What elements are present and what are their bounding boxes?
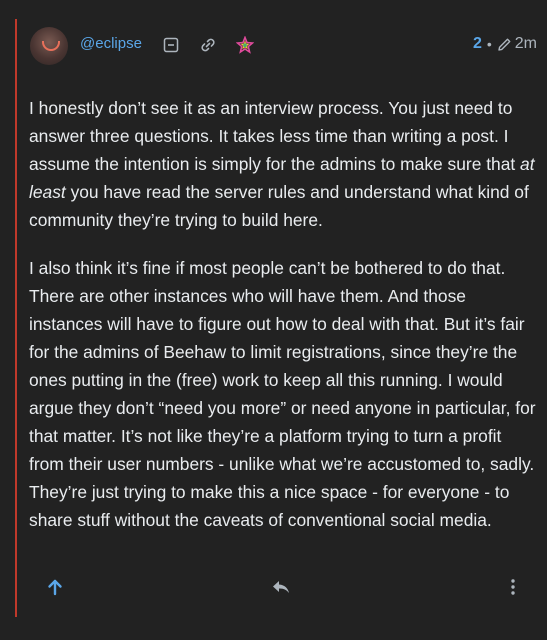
comment-meta: 2 • 2m (473, 34, 537, 54)
avatar[interactable] (30, 27, 68, 65)
comment-paragraph: I also think it’s fine if most people ca… (29, 258, 536, 530)
more-vertical-icon[interactable] (501, 575, 525, 599)
score-count: 2 (472, 35, 482, 52)
arrow-up-icon[interactable] (43, 575, 67, 599)
comment-paragraph: I honestly don’t see it as an interview … (29, 98, 535, 230)
comment-actions (17, 575, 537, 599)
reply-arrow-icon[interactable] (269, 575, 293, 599)
rainbow-star-flair-icon (235, 35, 255, 54)
meta-separator: • (486, 36, 492, 52)
timestamp[interactable]: 2m (515, 35, 537, 53)
comment: @eclipse 2 • 2m I honestly don’t see it … (15, 19, 537, 617)
link-icon[interactable] (199, 36, 217, 54)
comment-body: I honestly don’t see it as an interview … (29, 94, 537, 554)
username-link[interactable]: @eclipse (80, 35, 142, 52)
comment-header: @eclipse 2 • 2m (17, 19, 537, 75)
collapse-minus-icon[interactable] (162, 36, 180, 54)
pencil-icon (497, 37, 512, 52)
